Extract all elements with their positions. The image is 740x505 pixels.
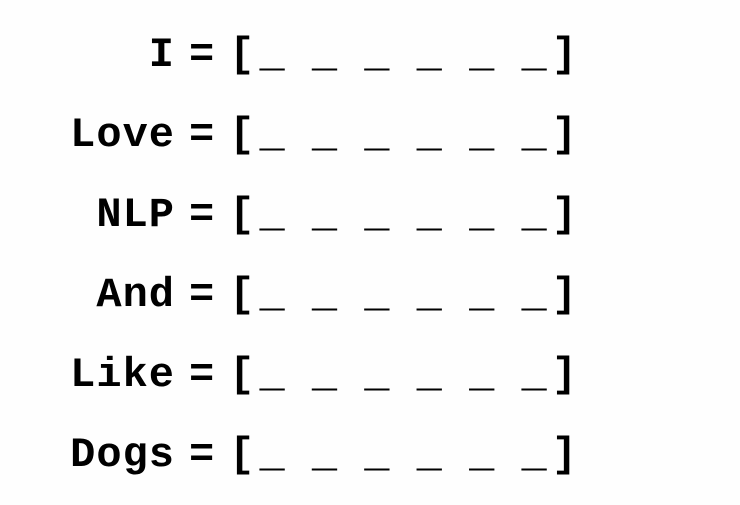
bracket-close: ] bbox=[552, 95, 578, 175]
vector-row-love: Love = [ _ _ _ _ _ _ ] bbox=[35, 95, 705, 175]
equals-sign: = bbox=[175, 335, 229, 415]
bracket-close: ] bbox=[552, 415, 578, 495]
bracket-close: ] bbox=[552, 175, 578, 255]
vector-row-and: And = [ _ _ _ _ _ _ ] bbox=[35, 255, 705, 335]
bracket-close: ] bbox=[552, 255, 578, 335]
word-label: Like bbox=[35, 335, 175, 415]
equals-sign: = bbox=[175, 255, 229, 335]
equals-sign: = bbox=[175, 95, 229, 175]
vector-blanks: _ _ _ _ _ _ bbox=[255, 175, 551, 255]
word-label: I bbox=[35, 15, 175, 95]
vector-blanks: _ _ _ _ _ _ bbox=[255, 335, 551, 415]
word-label: NLP bbox=[35, 175, 175, 255]
bracket-open: [ bbox=[229, 335, 255, 415]
word-label: And bbox=[35, 255, 175, 335]
vector-blanks: _ _ _ _ _ _ bbox=[255, 415, 551, 495]
bracket-open: [ bbox=[229, 175, 255, 255]
vector-row-i: I = [ _ _ _ _ _ _ ] bbox=[35, 15, 705, 95]
bracket-open: [ bbox=[229, 95, 255, 175]
vector-blanks: _ _ _ _ _ _ bbox=[255, 95, 551, 175]
bracket-open: [ bbox=[229, 415, 255, 495]
bracket-open: [ bbox=[229, 15, 255, 95]
vector-blanks: _ _ _ _ _ _ bbox=[255, 15, 551, 95]
bracket-open: [ bbox=[229, 255, 255, 335]
bracket-close: ] bbox=[552, 335, 578, 415]
vector-row-nlp: NLP = [ _ _ _ _ _ _ ] bbox=[35, 175, 705, 255]
bracket-close: ] bbox=[552, 15, 578, 95]
equals-sign: = bbox=[175, 415, 229, 495]
vector-row-dogs: Dogs = [ _ _ _ _ _ _ ] bbox=[35, 415, 705, 495]
vector-row-like: Like = [ _ _ _ _ _ _ ] bbox=[35, 335, 705, 415]
word-label: Dogs bbox=[35, 415, 175, 495]
equals-sign: = bbox=[175, 15, 229, 95]
vector-blanks: _ _ _ _ _ _ bbox=[255, 255, 551, 335]
equals-sign: = bbox=[175, 175, 229, 255]
word-label: Love bbox=[35, 95, 175, 175]
